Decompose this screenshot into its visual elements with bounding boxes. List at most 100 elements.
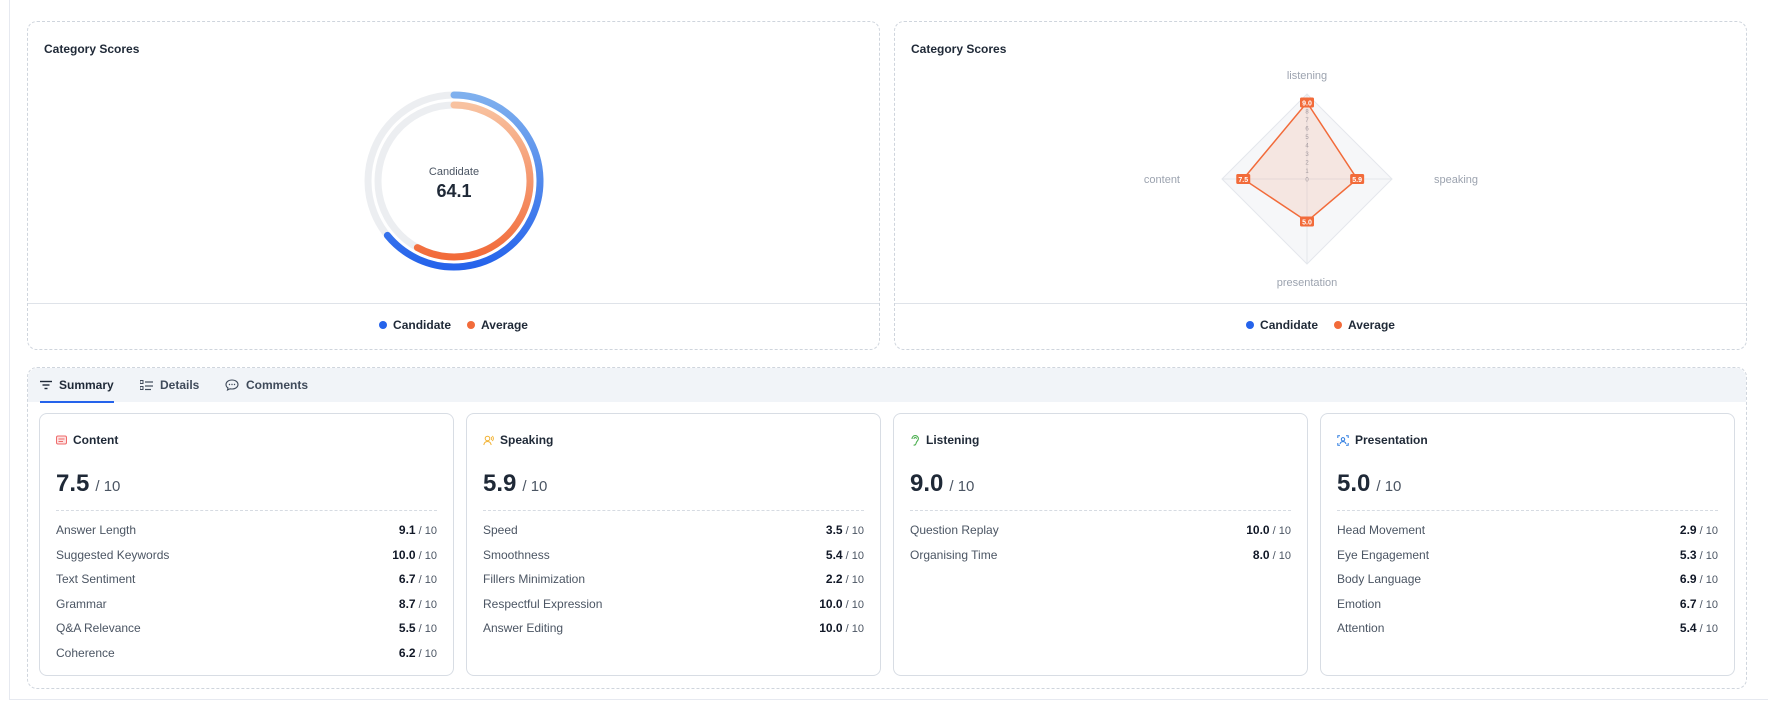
metric-list: Answer Length 9.1 / 10 Suggested Keyword… [56,518,437,665]
score-max: / 10 [522,478,548,495]
metric-row: Q&A Relevance 5.5 / 10 [56,616,437,641]
score-breakdown-section: Summary Details Comments Content 7.5 / 1… [27,367,1747,689]
metric-label: Coherence [56,645,115,660]
tab-comments[interactable]: Comments [225,368,308,402]
legend-label: Candidate [1260,318,1319,332]
radar-data-label: 9.0 [1302,101,1312,108]
score-value: 9.0 [910,470,944,497]
metric-label: Answer Editing [483,621,564,636]
content-icon [56,435,67,445]
score-value: 5.0 [1337,470,1371,497]
metric-row: Text Sentiment 6.7 / 10 [56,567,437,592]
listening-icon [911,434,919,446]
metric-value: 2.9 / 10 [1679,523,1718,538]
metric-label: Speed [483,523,518,538]
legend-item-candidate[interactable]: Candidate [379,318,451,332]
metric-label: Q&A Relevance [56,621,141,636]
card-title: Speaking [500,433,554,447]
metric-row: Fillers Minimization 2.2 / 10 [483,567,864,592]
chat-bubble-icon [225,379,239,391]
metric-row: Head Movement 2.9 / 10 [1337,518,1718,543]
legend-item-average[interactable]: Average [467,318,528,332]
metric-value: 3.5 / 10 [825,523,864,538]
radar-data-label: 7.5 [1238,177,1248,184]
legend-label: Average [481,318,528,332]
metric-row: Body Language 6.9 / 10 [1337,567,1718,592]
metric-label: Smoothness [483,547,550,562]
metric-value: 5.5 / 10 [398,621,437,636]
legend-dot-average [467,321,476,329]
radar-chart-panel: Category Scores 01234567899.05.95.07.5li… [894,21,1747,350]
metric-label: Fillers Minimization [483,572,586,587]
list-details-icon [140,379,153,390]
card-divider [483,510,864,511]
metric-value: 6.7 / 10 [1679,596,1718,611]
metric-list: Speed 3.5 / 10 Smoothness 5.4 / 10 Fille… [483,518,864,641]
radar-data-label: 5.0 [1302,220,1312,227]
radar-chart: 01234567899.05.95.07.5listeningspeakingp… [1144,70,1478,289]
metric-row: Organising Time 8.0 / 10 [910,543,1291,568]
metric-row: Answer Length 9.1 / 10 [56,518,437,543]
panel-divider [895,303,1746,304]
score-value: 5.9 [483,470,517,497]
metric-row: Attention 5.4 / 10 [1337,616,1718,641]
card-header: Presentation [1337,433,1428,447]
metric-value: 6.7 / 10 [398,572,437,587]
metric-row: Answer Editing 10.0 / 10 [483,616,864,641]
metric-label: Head Movement [1337,523,1426,538]
card-divider [910,510,1291,511]
metric-row: Question Replay 10.0 / 10 [910,518,1291,543]
score-max: / 10 [95,478,121,495]
metric-label: Emotion [1337,596,1382,611]
legend-item-candidate[interactable]: Candidate [1246,318,1318,332]
card-header: Listening [910,433,979,447]
metric-value: 10.0 / 10 [819,621,864,636]
card-title: Listening [926,433,980,447]
metric-label: Body Language [1337,572,1422,587]
metric-value: 6.2 / 10 [398,645,437,660]
metric-value: 5.4 / 10 [825,547,864,562]
category-card-speaking: Speaking 5.9 / 10 Speed 3.5 / 10 Smoothn… [466,413,881,676]
legend-dot-candidate [1246,321,1255,329]
category-card-content: Content 7.5 / 10 Answer Length 9.1 / 10 … [39,413,454,676]
radar-category-label: content [1144,174,1180,186]
tab-bar: Summary Details Comments [28,368,1746,403]
tab-summary[interactable]: Summary [40,368,114,403]
tab-label: Summary [59,378,114,392]
metric-value: 10.0 / 10 [1246,523,1291,538]
metric-row: Emotion 6.7 / 10 [1337,592,1718,617]
category-card-listening: Listening 9.0 / 10 Question Replay 10.0 … [893,413,1308,676]
score-max: / 10 [949,478,975,495]
metric-row: Eye Engagement 5.3 / 10 [1337,543,1718,568]
legend-label: Average [1348,318,1395,332]
donut-legend: Candidate Average [28,313,879,337]
legend-label: Candidate [393,318,452,332]
metric-label: Question Replay [910,523,999,538]
card-score: 5.9 / 10 [483,470,547,498]
tab-label: Details [160,378,200,392]
metric-value: 8.7 / 10 [398,596,437,611]
metric-row: Respectful Expression 10.0 / 10 [483,592,864,617]
legend-item-average[interactable]: Average [1334,318,1395,332]
filter-lines-icon [40,380,52,390]
metric-label: Organising Time [910,547,998,562]
metric-label: Text Sentiment [56,572,136,587]
metric-label: Attention [1337,621,1385,636]
card-header: Content [56,433,118,447]
legend-dot-average [1334,321,1343,329]
card-title: Presentation [1355,433,1428,447]
card-score: 7.5 / 10 [56,470,120,498]
metric-row: Speed 3.5 / 10 [483,518,864,543]
radar-category-label: presentation [1277,277,1338,289]
presentation-icon [1337,434,1349,446]
metric-row: Grammar 8.7 / 10 [56,592,437,617]
metric-list: Question Replay 10.0 / 10 Organising Tim… [910,518,1291,567]
metric-label: Respectful Expression [483,596,603,611]
metric-label: Suggested Keywords [56,547,170,562]
metric-value: 5.3 / 10 [1679,547,1718,562]
radar-category-label: speaking [1434,174,1478,186]
donut-center-value: 64.1 [436,181,471,201]
metric-row: Coherence 6.2 / 10 [56,641,437,666]
tab-details[interactable]: Details [140,368,199,402]
metric-value: 5.4 / 10 [1679,621,1718,636]
